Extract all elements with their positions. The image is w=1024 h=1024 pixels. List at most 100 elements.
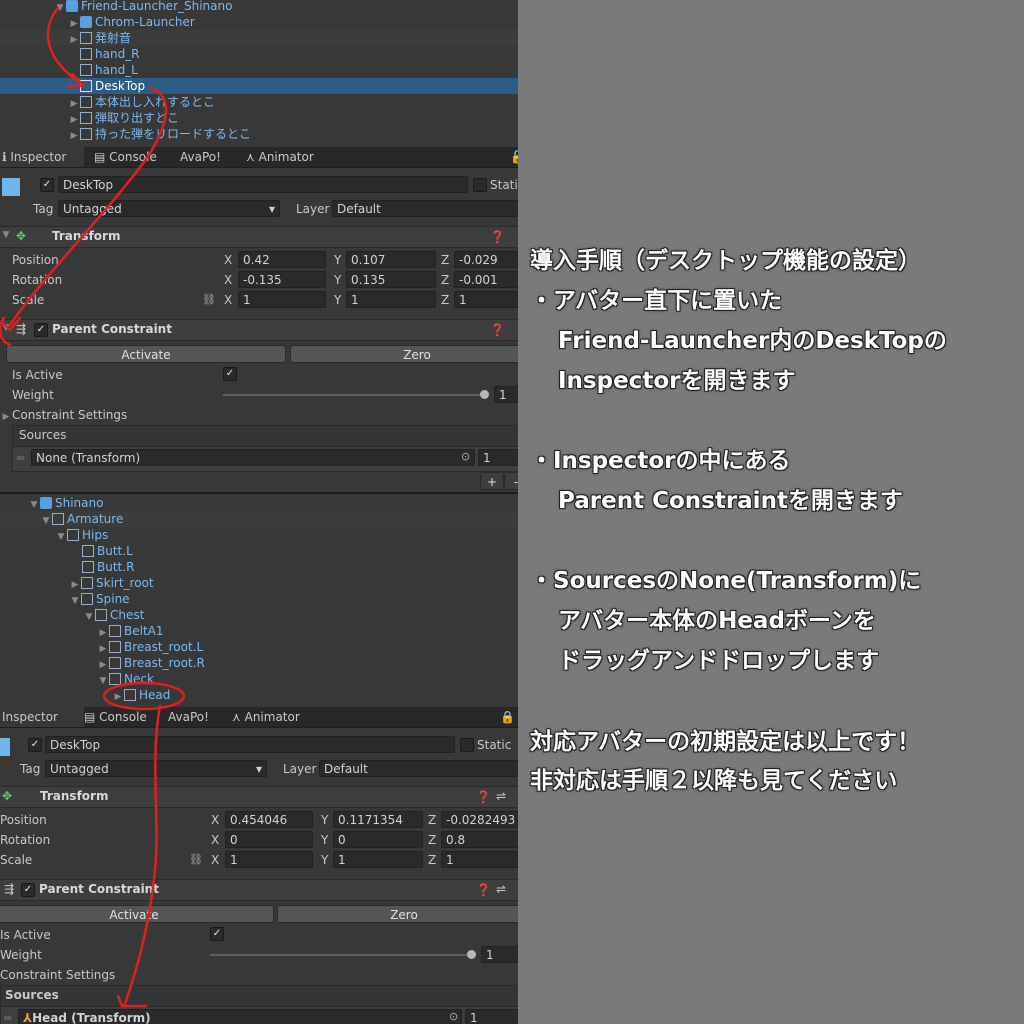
static-checkbox[interactable] <box>473 178 487 192</box>
scale-x[interactable]: 1 <box>225 851 313 868</box>
scale-z[interactable]: 1 <box>441 851 518 868</box>
source-transform-field[interactable]: None (Transform) <box>31 449 475 466</box>
activate-button[interactable]: Activate <box>6 345 286 363</box>
object-picker-icon[interactable]: ⊙ <box>449 1010 458 1023</box>
rotation-x[interactable]: 0 <box>225 831 313 848</box>
zero-button[interactable]: Zero <box>290 345 518 363</box>
hierarchy-item-shinano[interactable]: ▼ Shinano <box>0 495 518 511</box>
hierarchy-item-breast-root-r[interactable]: ▶ Breast_root.R <box>0 655 518 671</box>
tab-inspector[interactable]: ℹ Inspector <box>0 147 84 167</box>
add-source-button[interactable]: + <box>480 472 504 490</box>
drag-handle-icon[interactable]: ═ <box>17 450 24 466</box>
object-name-field[interactable]: DeskTop <box>45 736 455 753</box>
hierarchy-item-hand-l[interactable]: hand_L <box>0 62 518 78</box>
transform-header[interactable]: ▼ ✥ Transform ❓ <box>0 226 518 248</box>
position-z[interactable]: -0.0282493 <box>441 811 518 828</box>
source-weight-field[interactable]: 1 <box>478 449 518 466</box>
constraint-enabled-checkbox[interactable]: ✓ <box>34 323 48 337</box>
tag-dropdown[interactable]: Untagged ▾ <box>45 760 267 777</box>
rotation-y[interactable]: 0.135 <box>346 271 436 288</box>
hierarchy-item-skirt-root[interactable]: ▶ Skirt_root <box>0 575 518 591</box>
lock-icon[interactable]: 🔓 <box>510 147 518 167</box>
parent-constraint-header[interactable]: ▼ ⇶ ✓ Parent Constraint ❓ <box>0 319 518 341</box>
active-checkbox[interactable]: ✓ <box>28 738 42 752</box>
weight-slider-knob[interactable] <box>480 390 489 399</box>
tab-inspector[interactable]: Inspector <box>0 707 84 727</box>
tab-avapo[interactable]: AvaPo! <box>180 147 221 167</box>
hierarchy-item-butt-l[interactable]: Butt.L <box>0 543 518 559</box>
weight-value[interactable]: 1 <box>494 386 518 403</box>
tab-console[interactable]: ▤ Console <box>84 707 147 727</box>
hierarchy-item-body[interactable]: ▶ 本体出し入れするとこ <box>0 94 518 110</box>
expand-arrow-icon[interactable]: ▶ <box>112 689 124 705</box>
hierarchy-item-chrom-launcher[interactable]: ▶ Chrom-Launcher <box>0 14 518 30</box>
is-active-checkbox[interactable]: ✓ <box>210 927 224 941</box>
hierarchy-item-butt-r[interactable]: Butt.R <box>0 559 518 575</box>
help-icon[interactable]: ❓ <box>476 883 491 897</box>
hierarchy-item-belta1[interactable]: ▶ BeltA1 <box>0 623 518 639</box>
static-checkbox[interactable] <box>460 738 474 752</box>
hierarchy-item-hand-r[interactable]: hand_R <box>0 46 518 62</box>
position-z[interactable]: -0.029 <box>454 251 518 268</box>
position-x[interactable]: 0.42 <box>238 251 326 268</box>
transform-header[interactable]: ✥ Transform ❓ ⇌ <box>0 786 518 808</box>
hierarchy-item-hips[interactable]: ▼ Hips <box>0 527 518 543</box>
hierarchy-item-desktop[interactable]: DeskTop <box>0 78 518 94</box>
hierarchy-item-ammo[interactable]: ▶ 弾取り出すとこ <box>0 110 518 126</box>
active-checkbox[interactable]: ✓ <box>40 178 54 192</box>
layer-dropdown[interactable]: Default <box>332 200 518 217</box>
remove-source-button[interactable]: - <box>504 472 518 490</box>
rotation-x[interactable]: -0.135 <box>238 271 326 288</box>
expand-arrow-icon[interactable]: ▶ <box>68 128 80 144</box>
tab-avapo[interactable]: AvaPo! <box>168 707 209 727</box>
hierarchy-item-neck[interactable]: ▼ Neck <box>0 671 518 687</box>
scale-y[interactable]: 1 <box>333 851 423 868</box>
position-x[interactable]: 0.454046 <box>225 811 313 828</box>
hierarchy-item-root[interactable]: ▼ Friend-Launcher_Shinano <box>0 0 518 14</box>
source-transform-field[interactable]: ⅄Head (Transform) <box>18 1009 462 1024</box>
weight-slider[interactable] <box>223 394 485 396</box>
tag-dropdown[interactable]: Untagged ▾ <box>58 200 280 217</box>
constraint-enabled-checkbox[interactable]: ✓ <box>21 883 35 897</box>
tab-console[interactable]: ▤ Console <box>94 147 157 167</box>
hierarchy-item-sound[interactable]: ▶ 発射音 <box>0 30 518 46</box>
tab-animator[interactable]: ⋏ Animator <box>232 707 300 727</box>
is-active-checkbox[interactable]: ✓ <box>223 367 237 381</box>
hierarchy-item-reload[interactable]: ▶ 持った弾をリロードするとこ <box>0 126 518 142</box>
weight-slider-knob[interactable] <box>467 950 476 959</box>
constraint-settings-foldout[interactable]: Constraint Settings <box>0 967 115 983</box>
drag-handle-icon[interactable]: ═ <box>4 1010 11 1024</box>
zero-button[interactable]: Zero <box>277 905 518 923</box>
link-icon[interactable]: ⛓ <box>189 853 203 866</box>
hierarchy-item-breast-root-l[interactable]: ▶ Breast_root.L <box>0 639 518 655</box>
hierarchy-item-spine[interactable]: ▼ Spine <box>0 591 518 607</box>
constraint-settings-foldout[interactable]: ▶ Constraint Settings <box>0 407 128 425</box>
hierarchy-item-chest[interactable]: ▼ Chest <box>0 607 518 623</box>
parent-constraint-header[interactable]: ⇶ ✓ Parent Constraint ❓ ⇌ <box>0 879 518 901</box>
object-picker-icon[interactable]: ⊙ <box>461 450 470 463</box>
weight-value[interactable]: 1 <box>481 946 518 963</box>
scale-z[interactable]: 1 <box>454 291 518 308</box>
source-weight-field[interactable]: 1 <box>465 1009 518 1024</box>
tab-animator[interactable]: ⋏ Animator <box>246 147 314 167</box>
object-name-field[interactable]: DeskTop <box>58 176 468 193</box>
position-y[interactable]: 0.1171354 <box>333 811 423 828</box>
settings-icon[interactable]: ⇌ <box>496 789 506 803</box>
link-icon[interactable]: ⛓ <box>202 293 216 306</box>
hierarchy-item-armature[interactable]: ▼ Armature <box>0 511 518 527</box>
lock-icon[interactable]: 🔒 <box>500 707 515 727</box>
position-y[interactable]: 0.107 <box>346 251 436 268</box>
scale-y[interactable]: 1 <box>346 291 436 308</box>
layer-dropdown[interactable]: Default <box>319 760 518 777</box>
settings-icon[interactable]: ⇌ <box>496 882 506 896</box>
rotation-z[interactable]: -0.001 <box>454 271 518 288</box>
activate-button[interactable]: Activate <box>0 905 274 923</box>
hierarchy-item-head[interactable]: ▶ Head <box>0 687 518 703</box>
help-icon[interactable]: ❓ <box>476 790 491 804</box>
weight-slider[interactable] <box>210 954 472 956</box>
help-icon[interactable]: ❓ <box>490 230 505 244</box>
rotation-z[interactable]: 0.8 <box>441 831 518 848</box>
scale-x[interactable]: 1 <box>238 291 326 308</box>
rotation-y[interactable]: 0 <box>333 831 423 848</box>
help-icon[interactable]: ❓ <box>490 323 505 337</box>
